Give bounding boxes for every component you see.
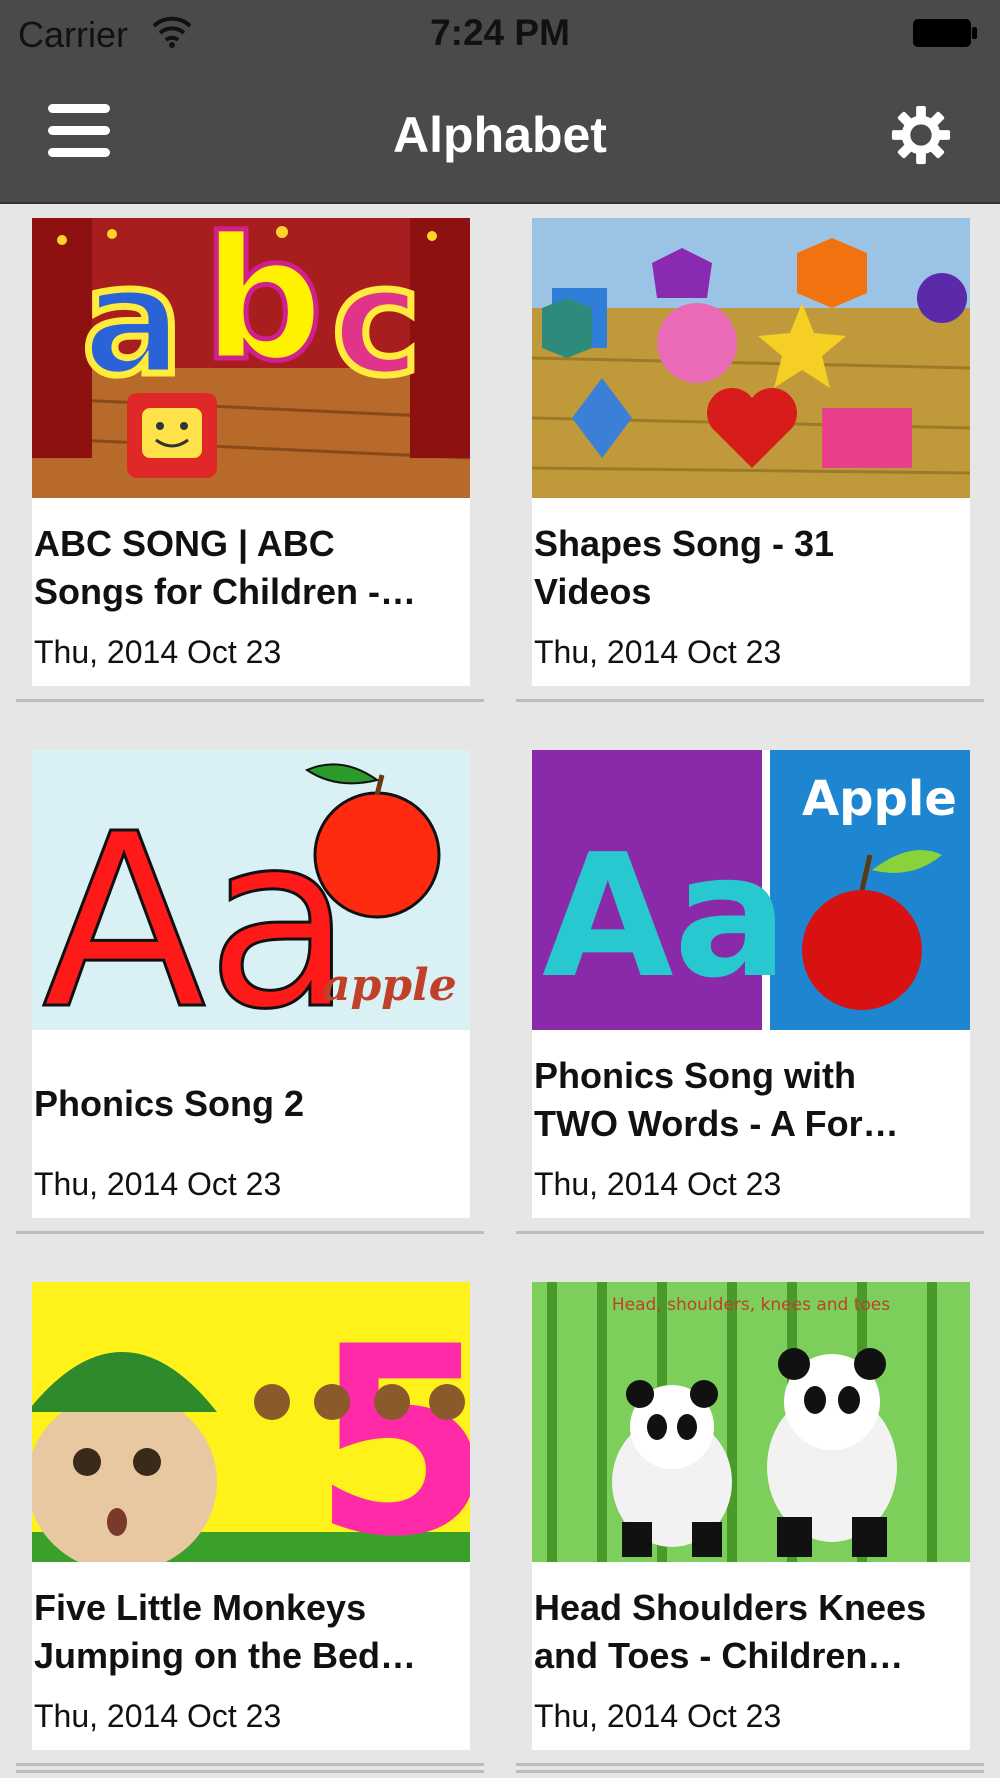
video-card-partial[interactable] — [516, 1770, 984, 1778]
gear-icon[interactable] — [890, 104, 952, 166]
video-card[interactable]: Shapes Song - 31 Videos Thu, 2014 Oct 23 — [516, 204, 984, 702]
video-thumbnail: Aa apple — [32, 750, 470, 1030]
thumb-letter-b: b — [202, 218, 324, 399]
video-card[interactable]: 5 Five Little Monkeys Jumping on the Bed… — [16, 1268, 484, 1766]
thumb-word: apple — [322, 960, 457, 1011]
video-card-partial[interactable] — [16, 1770, 484, 1778]
video-date: Thu, 2014 Oct 23 — [34, 1166, 282, 1202]
status-bar: Carrier 7:24 PM — [0, 0, 1000, 68]
video-title: Five Little Monkeys Jumping on the Bed… — [34, 1587, 416, 1676]
video-thumbnail: a b c — [32, 218, 470, 498]
thumb-big-letters: Aa — [542, 818, 788, 1016]
video-title: Phonics Song 2 — [34, 1083, 305, 1124]
video-date: Thu, 2014 Oct 23 — [534, 1166, 782, 1202]
thumb-letter-a: a — [82, 235, 183, 409]
page-title: Alphabet — [393, 107, 607, 163]
thumb-letter-c: c — [332, 235, 421, 409]
thumb-word: Apple — [802, 771, 957, 827]
video-date: Thu, 2014 Oct 23 — [34, 1698, 282, 1734]
video-card[interactable]: Head, shoulders, knees and toes Head Sho… — [516, 1268, 984, 1766]
thumb-number: 5 — [312, 1292, 470, 1562]
thumb-caption: Head, shoulders, knees and toes — [612, 1295, 890, 1315]
video-date: Thu, 2014 Oct 23 — [34, 634, 282, 670]
video-card[interactable]: Aa apple Phonics Song 2 Thu, 2014 Oct 23 — [16, 736, 484, 1234]
video-title: Head Shoulders Knees and Toes - Children… — [534, 1587, 927, 1676]
video-title: Shapes Song - 31 Videos — [534, 523, 835, 612]
video-thumbnail: Head, shoulders, knees and toes — [532, 1282, 970, 1562]
video-thumbnail: 5 — [32, 1282, 470, 1562]
video-card[interactable]: a b c ABC SONG | ABC Songs for Children … — [16, 204, 484, 702]
video-card[interactable]: Aa Apple Phonics Song with TWO Words - A… — [516, 736, 984, 1234]
battery-icon — [913, 19, 977, 47]
video-date: Thu, 2014 Oct 23 — [534, 1698, 782, 1734]
video-date: Thu, 2014 Oct 23 — [534, 634, 782, 670]
app-screen: Carrier 7:24 PM Alphabet a b c ABC SONG … — [0, 0, 1000, 1778]
video-thumbnail — [532, 218, 970, 498]
navigation-bar: Alphabet — [0, 68, 1000, 204]
video-title: Phonics Song with TWO Words - A For… — [534, 1055, 899, 1144]
clock-label: 7:24 PM — [430, 12, 570, 53]
video-thumbnail: Aa Apple — [532, 750, 970, 1030]
video-title: ABC SONG | ABC Songs for Children -… — [34, 523, 416, 612]
thumb-big-letters: Aa — [42, 782, 353, 1030]
